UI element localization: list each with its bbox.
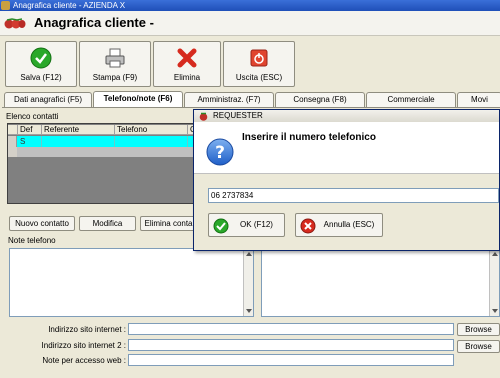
- new-contact-button[interactable]: Nuovo contatto: [9, 216, 75, 231]
- column-header-telefono[interactable]: Telefono: [115, 125, 188, 135]
- page-title: Anagrafica cliente -: [34, 16, 154, 30]
- printer-icon: [104, 47, 126, 69]
- tab-movimenti[interactable]: Movi: [457, 92, 500, 107]
- row-selector-empty: [8, 147, 17, 157]
- notes-scrollbar[interactable]: [243, 249, 253, 316]
- web-notes-input[interactable]: [128, 354, 454, 366]
- ok-button[interactable]: OK (F12): [208, 213, 285, 237]
- scroll-down-icon[interactable]: [492, 309, 498, 313]
- notes-textarea[interactable]: [9, 248, 254, 317]
- dialog-title: REQUESTER: [213, 110, 263, 122]
- delete-label: Elimina: [154, 73, 220, 82]
- grid-corner: [8, 125, 18, 135]
- scroll-up-icon[interactable]: [246, 252, 252, 256]
- dialog-message: Inserire il numero telefonico: [242, 132, 376, 143]
- question-icon: ?: [206, 138, 234, 166]
- tab-consegna[interactable]: Consegna (F8): [275, 92, 365, 107]
- page-header: Anagrafica cliente -: [0, 11, 500, 36]
- checkmark-icon: [30, 47, 52, 69]
- save-label: Salva (F12): [6, 73, 76, 82]
- notes-label: Note telefono: [8, 236, 56, 245]
- print-button[interactable]: Stampa (F9): [79, 41, 151, 87]
- cancel-icon: [300, 218, 316, 234]
- cell-def: S: [18, 136, 42, 147]
- cancel-button[interactable]: Annulla (ESC): [295, 213, 383, 237]
- site2-label: Indirizzo sito internet 2 :: [0, 341, 126, 350]
- print-label: Stampa (F9): [80, 73, 150, 82]
- contacts-label: Elenco contatti: [6, 112, 58, 121]
- power-icon: [248, 47, 270, 69]
- dialog-message-area: ? Inserire il numero telefonico: [194, 122, 499, 174]
- checkmark-icon: [213, 218, 229, 234]
- site1-label: Indirizzo sito internet :: [0, 325, 126, 334]
- web-notes-label: Note per accesso web :: [0, 356, 126, 365]
- grid-empty-row: [8, 147, 204, 157]
- site1-input[interactable]: [128, 323, 454, 335]
- window-title-bar: Anagrafica cliente - AZIENDA X: [0, 0, 500, 11]
- delete-contact-button[interactable]: Elimina conta: [140, 216, 197, 231]
- cell-telefono: [115, 136, 188, 147]
- exit-label: Uscita (ESC): [224, 73, 294, 82]
- tab-telefono-note[interactable]: Telefono/note (F6): [93, 91, 183, 108]
- notes-textarea-2[interactable]: [261, 248, 500, 317]
- row-selector[interactable]: [8, 136, 17, 147]
- dialog-title-bar: REQUESTER: [194, 110, 499, 122]
- app-icon: [1, 1, 10, 10]
- strawberry-logo-icon: [4, 18, 26, 29]
- save-button[interactable]: Salva (F12): [5, 41, 77, 87]
- strawberry-icon: [199, 112, 208, 121]
- red-x-icon: [176, 47, 198, 69]
- notes-scrollbar-2[interactable]: [489, 249, 499, 316]
- toolbar: Salva (F12) Stampa (F9) Elimina Uscita (…: [0, 36, 500, 92]
- tab-amministrazione[interactable]: Amministraz. (F7): [184, 92, 274, 107]
- column-header-referente[interactable]: Referente: [42, 125, 115, 135]
- browse-button-2[interactable]: Browse: [457, 340, 500, 353]
- ok-label: OK (F12): [231, 214, 282, 236]
- scroll-down-icon[interactable]: [246, 309, 252, 313]
- column-header-def[interactable]: Def: [18, 125, 42, 135]
- cell-referente: [42, 136, 115, 147]
- edit-contact-button[interactable]: Modifica: [79, 216, 136, 231]
- phone-number-input[interactable]: 06 2737834: [208, 188, 499, 203]
- exit-button[interactable]: Uscita (ESC): [223, 41, 295, 87]
- svg-text:?: ?: [215, 143, 225, 163]
- scroll-up-icon[interactable]: [492, 252, 498, 256]
- delete-button[interactable]: Elimina: [153, 41, 221, 87]
- window-title: Anagrafica cliente - AZIENDA X: [13, 0, 125, 11]
- tab-commerciale[interactable]: Commerciale: [366, 92, 456, 107]
- site2-input[interactable]: [128, 339, 454, 351]
- requester-dialog: REQUESTER ? Inserire il numero telefonic…: [193, 109, 500, 251]
- cancel-label: Annulla (ESC): [318, 214, 380, 236]
- browse-button-1[interactable]: Browse: [457, 323, 500, 336]
- tab-dati-anagrafici[interactable]: Dati anagrafici (F5): [4, 92, 92, 107]
